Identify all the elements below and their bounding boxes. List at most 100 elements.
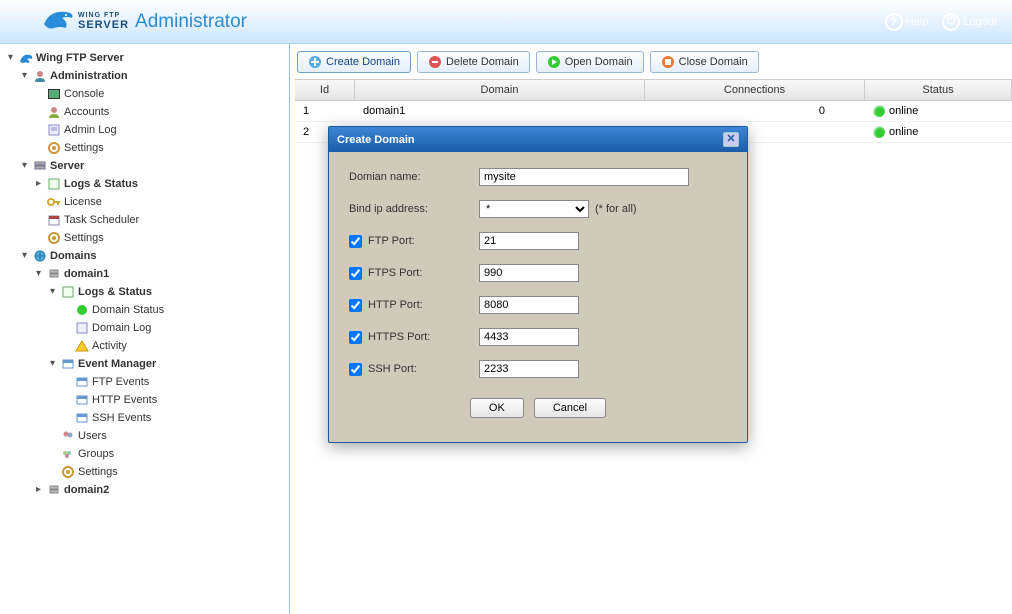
tree-settings[interactable]: Settings [64, 142, 104, 154]
add-icon [308, 55, 322, 69]
ftp-port-checkbox[interactable] [349, 235, 362, 248]
status-label: online [889, 126, 918, 138]
expand-toggle[interactable] [19, 161, 30, 172]
expand-toggle[interactable] [47, 359, 58, 370]
cancel-button[interactable]: Cancel [534, 398, 606, 418]
http-port-input[interactable] [479, 296, 579, 314]
status-icon [74, 303, 90, 317]
activity-icon [74, 339, 90, 353]
expand-toggle[interactable] [19, 251, 30, 262]
header: WING FTP SERVER Administrator ? Help ⏻ L… [0, 0, 1012, 44]
table-row[interactable]: 1 domain1 0 online [295, 101, 1012, 122]
event-icon [60, 357, 76, 371]
expand-toggle[interactable] [33, 485, 44, 496]
domain-name-label: Domian name: [349, 171, 421, 183]
tree-root[interactable]: Wing FTP Server [36, 52, 124, 64]
tree-d1-events[interactable]: Event Manager [78, 358, 156, 370]
open-domain-button[interactable]: Open Domain [536, 51, 644, 73]
tree-adminlog[interactable]: Admin Log [64, 124, 117, 136]
event-icon [74, 393, 90, 407]
ftp-port-label: FTP Port: [368, 235, 415, 247]
logout-label: Logout [963, 16, 997, 28]
delete-domain-button[interactable]: Delete Domain [417, 51, 530, 73]
delete-icon [428, 55, 442, 69]
close-domain-button[interactable]: Close Domain [650, 51, 759, 73]
ssh-port-checkbox[interactable] [349, 363, 362, 376]
tree-admin[interactable]: Administration [50, 70, 128, 82]
log-icon [74, 321, 90, 335]
tree-logs[interactable]: Logs & Status [64, 178, 138, 190]
tree-http-events[interactable]: HTTP Events [92, 394, 157, 406]
ok-button[interactable]: OK [470, 398, 524, 418]
tree-groups[interactable]: Groups [78, 448, 114, 460]
tree-ssh-events[interactable]: SSH Events [92, 412, 151, 424]
dialog-title-label: Create Domain [337, 134, 415, 146]
tree-server[interactable]: Server [50, 160, 84, 172]
bind-ip-note: (* for all) [595, 203, 637, 215]
tree-server-settings[interactable]: Settings [64, 232, 104, 244]
open-icon [547, 55, 561, 69]
help-link[interactable]: ? Help [885, 13, 929, 31]
toolbar: Create Domain Delete Domain Open Domain … [295, 49, 1012, 79]
expand-toggle[interactable] [5, 53, 16, 64]
dialog-close-button[interactable]: ✕ [723, 132, 739, 147]
tree-accounts[interactable]: Accounts [64, 106, 109, 118]
https-port-checkbox[interactable] [349, 331, 362, 344]
http-port-checkbox[interactable] [349, 299, 362, 312]
status-online-icon [873, 105, 885, 117]
log-icon [60, 285, 76, 299]
expand-toggle[interactable] [47, 287, 58, 298]
tree-scheduler[interactable]: Task Scheduler [64, 214, 139, 226]
ftps-port-input[interactable] [479, 264, 579, 282]
tree-license[interactable]: License [64, 196, 102, 208]
tree-console[interactable]: Console [64, 88, 104, 100]
tree-d1-logs[interactable]: Logs & Status [78, 286, 152, 298]
col-status[interactable]: Status [865, 80, 1012, 100]
col-conn[interactable]: Connections [645, 80, 865, 100]
log-icon [46, 123, 62, 137]
event-icon [74, 411, 90, 425]
logout-link[interactable]: ⏻ Logout [942, 13, 997, 31]
users-icon [60, 429, 76, 443]
col-id[interactable]: Id [295, 80, 355, 100]
expand-toggle[interactable] [33, 269, 44, 280]
ftps-port-checkbox[interactable] [349, 267, 362, 280]
domain-name-input[interactable] [479, 168, 689, 186]
dialog-titlebar[interactable]: Create Domain ✕ [329, 127, 747, 152]
tree-d1-status[interactable]: Domain Status [92, 304, 164, 316]
close-icon [661, 55, 675, 69]
sidebar: Wing FTP Server Administration Console A… [0, 44, 290, 614]
tree-ftp-events[interactable]: FTP Events [92, 376, 149, 388]
tree-domains[interactable]: Domains [50, 250, 96, 262]
user-icon [32, 69, 48, 83]
https-port-input[interactable] [479, 328, 579, 346]
user-icon [46, 105, 62, 119]
header-right: ? Help ⏻ Logout [885, 13, 997, 31]
logo: WING FTP SERVER Administrator [40, 6, 247, 38]
bird-icon [40, 6, 76, 38]
bind-ip-select[interactable]: * [479, 200, 589, 218]
col-domain[interactable]: Domain [355, 80, 645, 100]
server-icon [32, 159, 48, 173]
globe-icon [32, 249, 48, 263]
tree-users[interactable]: Users [78, 430, 107, 442]
page-title: Administrator [135, 11, 247, 33]
expand-toggle[interactable] [19, 71, 30, 82]
tree-domain2[interactable]: domain2 [64, 484, 109, 496]
https-port-label: HTTPS Port: [368, 331, 430, 343]
ssh-port-input[interactable] [479, 360, 579, 378]
server-icon [18, 51, 34, 65]
tree-d1-log[interactable]: Domain Log [92, 322, 151, 334]
groups-icon [60, 447, 76, 461]
key-icon [46, 195, 62, 209]
tree-d1-settings[interactable]: Settings [78, 466, 118, 478]
tree-domain1[interactable]: domain1 [64, 268, 109, 280]
ftp-port-input[interactable] [479, 232, 579, 250]
bind-ip-label: Bind ip address: [349, 203, 428, 215]
status-label: online [889, 105, 918, 117]
create-domain-button[interactable]: Create Domain [297, 51, 411, 73]
tree-d1-activity[interactable]: Activity [92, 340, 127, 352]
http-port-label: HTTP Port: [368, 299, 423, 311]
logo-text: WING FTP SERVER [78, 12, 129, 31]
expand-toggle[interactable] [33, 179, 44, 190]
